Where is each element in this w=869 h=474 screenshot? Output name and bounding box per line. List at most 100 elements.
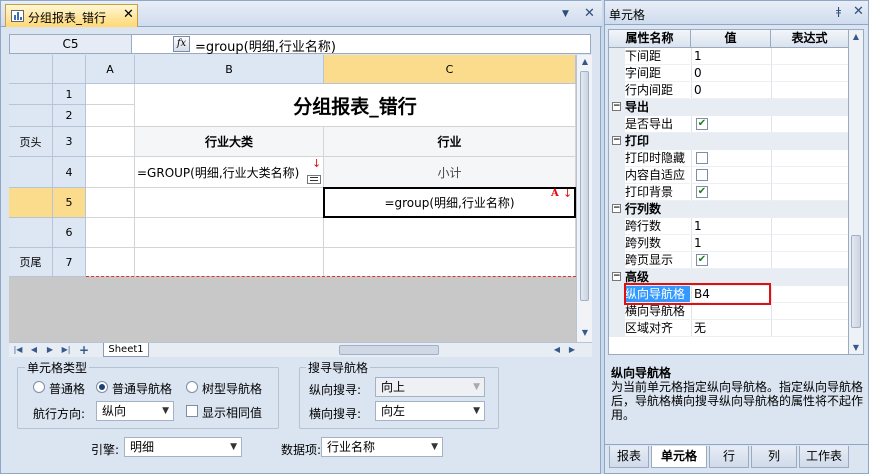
- function-wizard-button[interactable]: fx: [173, 36, 190, 52]
- row-header-5[interactable]: 5: [53, 188, 86, 218]
- property-row[interactable]: 下间距 1: [609, 48, 848, 65]
- close-document-icon[interactable]: ✕: [584, 6, 595, 21]
- row-header-3[interactable]: 3: [53, 127, 86, 157]
- column-header-c[interactable]: C: [324, 55, 576, 84]
- cell-a7[interactable]: [86, 248, 135, 277]
- property-value[interactable]: 1: [691, 218, 771, 235]
- last-sheet-icon[interactable]: ▶|: [59, 343, 73, 357]
- vertical-scroll-thumb[interactable]: [580, 71, 589, 301]
- property-checkbox[interactable]: ✔: [691, 116, 771, 133]
- checked-checkbox-icon[interactable]: ✔: [696, 254, 708, 266]
- vertical-search-select[interactable]: 向上 ▼: [375, 377, 485, 397]
- property-value[interactable]: 无: [691, 320, 771, 337]
- checked-checkbox-icon[interactable]: ✔: [696, 118, 708, 130]
- collapse-icon[interactable]: −: [612, 272, 621, 281]
- cell-c5-selected[interactable]: =group(明细,行业名称) A ↓: [323, 187, 576, 218]
- tab-column[interactable]: 列: [751, 446, 797, 468]
- property-expression[interactable]: [771, 65, 848, 82]
- scroll-right-icon[interactable]: ▶: [565, 343, 579, 357]
- property-row[interactable]: 是否导出 ✔: [609, 116, 848, 133]
- cell-c4[interactable]: 小计: [324, 157, 576, 188]
- property-expression[interactable]: [771, 184, 848, 201]
- property-expression[interactable]: [771, 286, 848, 303]
- property-row[interactable]: 打印背景 ✔: [609, 184, 848, 201]
- property-value[interactable]: 1: [691, 48, 771, 65]
- select-all-corner[interactable]: [53, 55, 86, 84]
- cell-b3[interactable]: 行业大类: [135, 127, 324, 157]
- property-expression[interactable]: [771, 150, 848, 167]
- first-sheet-icon[interactable]: |◀: [11, 343, 25, 357]
- scroll-left-icon[interactable]: ◀: [550, 343, 564, 357]
- property-expression[interactable]: [771, 167, 848, 184]
- unchecked-checkbox-icon[interactable]: [696, 169, 708, 181]
- tab-worksheet[interactable]: 工作表: [799, 446, 849, 468]
- grid-vertical-scrollbar[interactable]: ▲ ▼: [576, 55, 592, 342]
- property-row[interactable]: 字间距 0: [609, 65, 848, 82]
- property-expression[interactable]: [771, 48, 848, 65]
- show-same-value-checkbox[interactable]: [186, 405, 198, 417]
- property-expression[interactable]: [771, 303, 848, 320]
- cell-a6[interactable]: [86, 218, 135, 248]
- cell-a2[interactable]: [86, 105, 135, 127]
- property-row[interactable]: 行内间距 0: [609, 82, 848, 99]
- property-value[interactable]: 1: [691, 235, 771, 252]
- property-checkbox[interactable]: [691, 150, 771, 167]
- property-category[interactable]: − 行列数: [609, 201, 848, 218]
- close-icon[interactable]: ✕: [123, 7, 134, 22]
- cell-a4[interactable]: [86, 157, 135, 188]
- property-row[interactable]: 打印时隐藏: [609, 150, 848, 167]
- cell-b7[interactable]: [135, 248, 324, 277]
- tab-cell[interactable]: 单元格: [651, 446, 707, 468]
- cell-b6[interactable]: [135, 218, 324, 248]
- sheet-tab-sheet1[interactable]: Sheet1: [103, 343, 149, 357]
- prev-sheet-icon[interactable]: ◀: [27, 343, 41, 357]
- property-scroll-thumb[interactable]: [851, 235, 861, 328]
- column-header-a[interactable]: A: [86, 55, 135, 84]
- cell-b4[interactable]: =GROUP(明细,行业大类名称) ↓: [135, 157, 324, 188]
- unchecked-checkbox-icon[interactable]: [696, 152, 708, 164]
- property-row[interactable]: 区域对齐无: [609, 320, 848, 337]
- formula-input[interactable]: =group(明细,行业名称): [195, 36, 336, 55]
- property-expression[interactable]: [771, 116, 848, 133]
- cell-c3[interactable]: 行业: [324, 127, 576, 157]
- data-item-select[interactable]: 行业名称 ▼: [321, 437, 443, 457]
- property-grid[interactable]: 下间距 1 字间距 0 行内间距 0− 导出 是否导出 ✔ − 打印 打印时隐藏 内容自适应 打印背景 ✔ −…: [608, 48, 849, 355]
- tab-report[interactable]: 报表: [609, 446, 649, 468]
- radio-normal-cell[interactable]: [33, 381, 45, 393]
- horizontal-scroll-thumb[interactable]: [339, 345, 439, 355]
- property-row[interactable]: 横向导航格: [609, 303, 848, 320]
- collapse-icon[interactable]: −: [612, 136, 621, 145]
- row-header-2[interactable]: 2: [53, 105, 86, 127]
- row-header-6[interactable]: 6: [53, 218, 86, 248]
- property-expression[interactable]: [771, 252, 848, 269]
- property-checkbox[interactable]: [691, 167, 771, 184]
- row-header-7[interactable]: 7: [53, 248, 86, 277]
- add-sheet-icon[interactable]: +: [77, 343, 91, 357]
- property-row[interactable]: 跨行数 1: [609, 218, 848, 235]
- property-value[interactable]: 0: [691, 82, 771, 99]
- cell-a1[interactable]: [86, 84, 135, 105]
- property-expression[interactable]: [771, 218, 848, 235]
- row-header-1[interactable]: 1: [53, 84, 86, 105]
- cell-a3[interactable]: [86, 127, 135, 157]
- radio-tree-nav-cell[interactable]: [186, 381, 198, 393]
- horizontal-search-select[interactable]: 向左 ▼: [375, 401, 485, 421]
- report-title-cell[interactable]: 分组报表_错行: [135, 84, 576, 127]
- radio-normal-nav-cell[interactable]: [96, 381, 108, 393]
- spreadsheet-grid[interactable]: A B C 页头 页尾 1 2 3 4 5 6 7 分组报表_错行 行业大类 行…: [9, 55, 576, 342]
- scroll-down-icon[interactable]: ▼: [578, 326, 592, 340]
- scroll-down-icon[interactable]: ▼: [849, 341, 863, 355]
- engine-select[interactable]: 明细 ▼: [124, 437, 242, 457]
- property-grid-scrollbar[interactable]: ▲ ▼: [849, 29, 864, 355]
- cell-b5[interactable]: [135, 188, 324, 218]
- document-tab[interactable]: 分组报表_错行 ✕: [5, 4, 138, 27]
- property-value[interactable]: 0: [691, 65, 771, 82]
- checked-checkbox-icon[interactable]: ✔: [696, 186, 708, 198]
- direction-select[interactable]: 纵向 ▼: [96, 401, 174, 421]
- collapse-icon[interactable]: −: [612, 204, 621, 213]
- property-row[interactable]: 跨页显示 ✔: [609, 252, 848, 269]
- cell-a5[interactable]: [86, 188, 135, 218]
- close-icon[interactable]: ✕: [853, 4, 864, 19]
- property-value[interactable]: [691, 303, 771, 320]
- tab-row[interactable]: 行: [709, 446, 749, 468]
